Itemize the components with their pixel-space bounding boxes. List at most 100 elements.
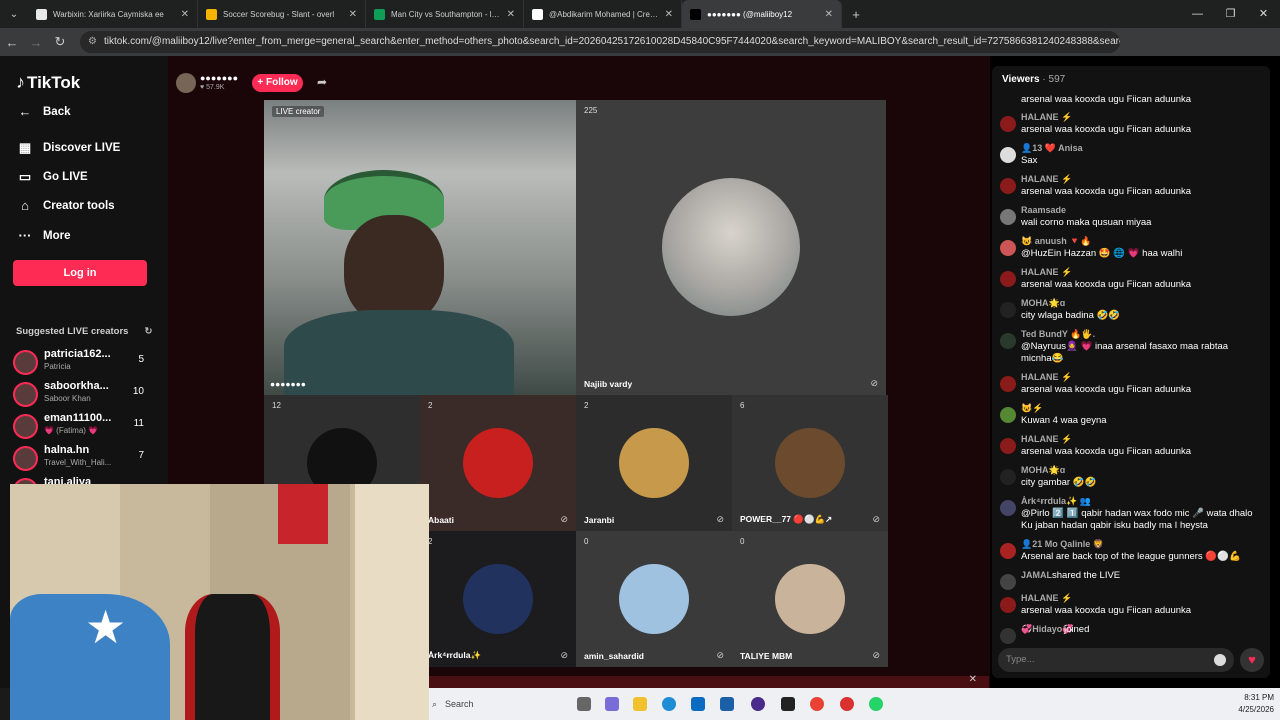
guest-tile[interactable]: 2 Jaranbi ⊘ (576, 395, 732, 531)
host-avatar[interactable] (176, 73, 196, 93)
chat-username[interactable]: 😺 anuush 🔻🔥 (1021, 236, 1092, 247)
edge-icon[interactable] (662, 697, 676, 711)
chat-username[interactable]: HALANE ⚡ (1021, 372, 1072, 383)
guest-viewer-count: 2 (584, 401, 589, 410)
reload-icon[interactable]: ↻ (48, 34, 72, 50)
tiktok-logo[interactable]: ♪ TikTok (16, 72, 80, 93)
sidebar-item-go-live[interactable]: ▭ Go LIVE (16, 169, 88, 185)
chat-username[interactable]: Raamsade (1021, 205, 1066, 215)
site-info-icon[interactable]: ⚙ (88, 31, 97, 53)
tab-search-icon[interactable]: ⌄ (0, 9, 28, 20)
chat-avatar[interactable] (1000, 240, 1016, 256)
chat-avatar[interactable] (1000, 597, 1016, 613)
suggested-creator[interactable]: eman11100... 💗 (Fatima) 💗 11 (13, 412, 148, 440)
suggested-creator[interactable]: halna.hn Travel_With_Hali... 7 (13, 444, 148, 472)
close-window-icon[interactable]: ✕ (1247, 0, 1280, 28)
sidebar-item-discover-live[interactable]: ▦ Discover LIVE (16, 140, 121, 156)
copilot-icon[interactable] (605, 697, 619, 711)
login-button[interactable]: Log in (13, 260, 147, 286)
chat-input[interactable]: Type... (998, 648, 1234, 672)
tab-close-icon[interactable]: ✕ (501, 9, 515, 20)
taskbar-clock[interactable]: 8:31 PM 4/25/2026 (1238, 692, 1274, 716)
chat-avatar[interactable] (1000, 469, 1016, 485)
chat-avatar[interactable] (1000, 116, 1016, 132)
viewers-header[interactable]: Viewers · 597 (1002, 74, 1065, 85)
chat-username[interactable]: HALANE ⚡ (1021, 593, 1072, 604)
chat-username[interactable]: HALANE ⚡ (1021, 174, 1072, 185)
browser-tab[interactable]: Man City vs Southampton - live ✕ (366, 0, 524, 28)
task-view-icon[interactable] (577, 697, 591, 711)
url-field[interactable]: ⚙ tiktok.com/@maliiboy12/live?enter_from_… (80, 31, 1120, 53)
forward-nav-icon[interactable]: → (24, 35, 48, 50)
chat-avatar[interactable] (1000, 376, 1016, 392)
guest-tile[interactable]: 2 Abaati ⊘ (420, 395, 576, 531)
creator-name: halna.hn (44, 444, 90, 456)
tab-close-icon[interactable]: ✕ (343, 9, 357, 20)
suggested-creator[interactable]: patricia162... Patricia 5 (13, 348, 148, 376)
chat-username[interactable]: HALANE ⚡ (1021, 112, 1072, 123)
chat-username[interactable]: 👤13 ❤️ Anisa (1021, 143, 1083, 154)
chat-avatar[interactable] (1000, 271, 1016, 287)
chat-avatar[interactable] (1000, 178, 1016, 194)
taskbar-search[interactable]: ⌕ Search (429, 694, 599, 714)
chat-username[interactable]: Ȧrk⁴ɍrdula✨ 👥 (1021, 496, 1091, 507)
follow-button[interactable]: + Follow (252, 74, 303, 92)
gift-heart-icon[interactable]: ♥ (1240, 648, 1264, 672)
guest-tile[interactable]: 6 POWER__77 🔴⚪💪↗ ⊘ (732, 395, 888, 531)
chat-username[interactable]: MOHA🌟ɑ (1021, 465, 1065, 476)
emoji-icon[interactable] (1214, 654, 1226, 666)
store-icon[interactable] (691, 697, 705, 711)
chat-avatar[interactable] (1000, 209, 1016, 225)
chrome-icon[interactable] (810, 697, 824, 711)
mic-muted-icon: ⊘ (560, 514, 568, 524)
guest-tile-najiib[interactable]: 225 Najiib vardy ⊘ (576, 100, 886, 395)
chat-avatar[interactable] (1000, 543, 1016, 559)
refresh-icon[interactable]: ↻ (144, 326, 152, 337)
whatsapp-icon[interactable] (869, 697, 883, 711)
host-video-tile[interactable]: LIVE creator ●●●●●●● (264, 100, 576, 395)
tab-close-icon[interactable]: ✕ (175, 9, 189, 20)
chat-username[interactable]: Ted BundY 🔥🖐. (1021, 329, 1095, 340)
suggested-creator[interactable]: saboorkha... Saboor Khan 10 (13, 380, 148, 408)
chat-username[interactable]: HALANE ⚡ (1021, 434, 1072, 445)
chat-username[interactable]: HALANE ⚡ (1021, 267, 1072, 278)
tab-close-icon[interactable]: ✕ (659, 9, 673, 20)
browser-tab[interactable]: ●●●●●●● (@maliiboy12 ✕ (682, 0, 842, 28)
chat-username[interactable]: JAMAL (1021, 570, 1052, 580)
chat-username[interactable]: 👤21 Mo Qalinle 🦁 (1021, 539, 1104, 550)
browser-tab[interactable]: @Abdikarim Mohamed | Creato ✕ (524, 0, 682, 28)
file-explorer-icon[interactable] (633, 697, 647, 711)
tab-close-icon[interactable]: ✕ (819, 9, 833, 20)
sidebar-item-back[interactable]: ← Back (16, 104, 71, 119)
app-icon[interactable] (751, 697, 765, 711)
browser-tab[interactable]: Warbixin: Xariirka Caymiska ee ✕ (28, 0, 198, 28)
outlook-icon[interactable] (720, 697, 734, 711)
guest-tile[interactable]: 2 Ȧrk⁴ɍrdula✨ ⊘ (420, 531, 576, 667)
chat-avatar[interactable] (1000, 574, 1016, 590)
chat-username[interactable]: MOHA🌟ɑ (1021, 298, 1065, 309)
chat-avatar[interactable] (1000, 628, 1016, 644)
browser-tab[interactable]: Soccer Scorebug - Slant - overl ✕ (198, 0, 366, 28)
new-tab-button[interactable]: + (842, 7, 870, 22)
chat-avatar[interactable] (1000, 500, 1016, 516)
guest-tile[interactable]: 0 TALIYE MBM ⊘ (732, 531, 888, 667)
viewers-label: Viewers (1002, 74, 1040, 85)
chat-avatar[interactable] (1000, 333, 1016, 349)
minimize-icon[interactable]: — (1181, 0, 1214, 28)
restore-icon[interactable]: ❐ (1214, 0, 1247, 28)
tab-title: Soccer Scorebug - Slant - overl (223, 9, 335, 19)
chat-username[interactable]: 😺⚡ (1021, 403, 1043, 414)
chat-avatar[interactable] (1000, 407, 1016, 423)
sidebar-item-more[interactable]: ··· More (16, 228, 71, 243)
chat-avatar[interactable] (1000, 438, 1016, 454)
back-nav-icon[interactable]: ← (0, 35, 24, 50)
tiktok-app-icon[interactable] (781, 697, 795, 711)
host-name[interactable]: ●●●●●●● (200, 73, 238, 83)
chrome-profile-icon[interactable] (840, 697, 854, 711)
chat-avatar[interactable] (1000, 147, 1016, 163)
sidebar-item-creator-tools[interactable]: ⌂ Creator tools (16, 198, 115, 213)
guest-tile[interactable]: 0 amin_sahardid ⊘ (576, 531, 732, 667)
chat-avatar[interactable] (1000, 302, 1016, 318)
close-overlay-icon[interactable]: ✕ (969, 674, 977, 685)
share-icon[interactable]: ➦ (317, 75, 327, 89)
